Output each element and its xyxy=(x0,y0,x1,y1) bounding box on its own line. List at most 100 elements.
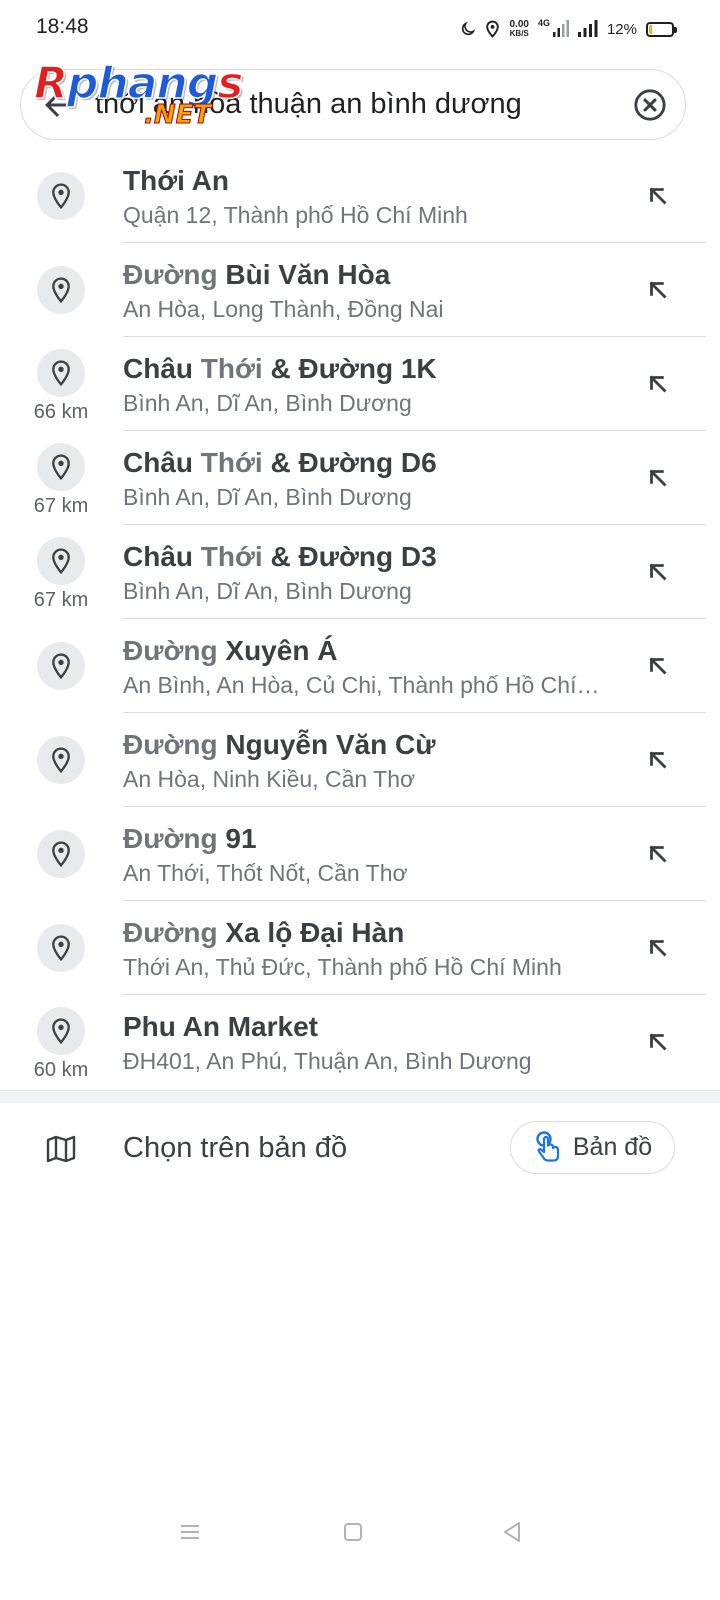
result-item[interactable]: Thới An Quận 12, Thành phố Hồ Chí Minh xyxy=(0,149,720,243)
battery-percent: 12% xyxy=(606,20,637,38)
result-distance: 60 km xyxy=(33,1059,89,1081)
place-pin-icon xyxy=(52,548,70,574)
result-title-main: Bùi Văn Hòa xyxy=(225,259,391,290)
result-title: Thới An xyxy=(123,163,623,199)
status-time: 18:48 xyxy=(36,15,89,38)
place-pin-icon xyxy=(52,454,70,480)
battery-fill xyxy=(649,24,652,34)
arrow-left-icon[interactable] xyxy=(39,87,75,123)
result-title-part: Châu xyxy=(123,541,201,572)
place-pin-icon xyxy=(52,183,70,209)
clear-circle-icon[interactable] xyxy=(633,88,667,122)
menu-icon[interactable] xyxy=(178,1520,202,1544)
back-triangle-icon[interactable] xyxy=(500,1520,524,1544)
result-title-part: & Đường D3 xyxy=(262,541,437,572)
result-subtitle: Bình An, Dĩ An, Bình Dương xyxy=(123,484,412,510)
result-item[interactable]: 67 km Châu Thới & Đường D3 Bình An, Dĩ An,… xyxy=(0,525,720,619)
fill-query-arrow-icon[interactable] xyxy=(645,935,671,961)
place-pin-badge xyxy=(37,349,85,397)
signal-icon xyxy=(552,20,569,37)
result-distance: 67 km xyxy=(33,495,89,517)
place-pin-badge xyxy=(37,172,85,220)
result-text: Thới An Quận 12, Thành phố Hồ Chí Minh xyxy=(123,163,623,231)
location-icon xyxy=(486,20,500,38)
fill-query-arrow-icon[interactable] xyxy=(645,653,671,679)
result-title-part: Châu xyxy=(123,353,201,384)
result-title: Đường Nguyễn Văn Cừ xyxy=(123,727,623,763)
result-item[interactable]: Đường Nguyễn Văn Cừ An Hòa, Ninh Kiều, Cầ… xyxy=(0,713,720,807)
network-type: 4G xyxy=(537,18,550,28)
result-subtitle: An Bình, An Hòa, Củ Chi, Thành phố Hồ Ch… xyxy=(123,672,600,698)
map-button[interactable]: Bản đồ xyxy=(510,1121,675,1174)
search-bar xyxy=(20,69,686,140)
section-divider xyxy=(0,1090,720,1103)
fill-query-arrow-icon[interactable] xyxy=(645,371,671,397)
place-pin-badge xyxy=(37,1007,85,1055)
result-title-part: Thới xyxy=(200,447,263,478)
touch-icon xyxy=(536,1130,559,1162)
status-bar: 18:48 0.00 KB/S 4G 12% xyxy=(0,0,720,56)
result-title-main: Thới An xyxy=(123,165,229,196)
place-pin-badge xyxy=(37,537,85,585)
place-pin-icon xyxy=(52,360,70,386)
place-pin-icon xyxy=(52,277,70,303)
result-subtitle: An Thới, Thốt Nốt, Cần Thơ xyxy=(123,860,408,886)
result-title: Đường Xa lộ Đại Hàn xyxy=(123,915,623,951)
result-title-part: Châu xyxy=(123,447,201,478)
battery-icon xyxy=(646,21,677,37)
result-subtitle: Bình An, Dĩ An, Bình Dương xyxy=(123,578,412,604)
place-pin-badge xyxy=(37,443,85,491)
result-item[interactable]: 60 km Phu An Market ĐH401, An Phú, Thuận A… xyxy=(0,995,720,1089)
result-text: Châu Thới & Đường 1K Bình An, Dĩ An, Bình… xyxy=(123,351,623,419)
net-speed: 0.00 KB/S xyxy=(509,19,529,39)
result-subtitle: Quận 12, Thành phố Hồ Chí Minh xyxy=(123,202,468,228)
moon-icon xyxy=(462,21,476,36)
result-title-prefix: Đường xyxy=(123,823,226,854)
result-text: Châu Thới & Đường D3 Bình An, Dĩ An, Bình… xyxy=(123,539,623,607)
result-text: Đường Xuyên Á An Bình, An Hòa, Củ Chi, Th… xyxy=(123,633,623,701)
fill-query-arrow-icon[interactable] xyxy=(645,465,671,491)
fill-query-arrow-icon[interactable] xyxy=(645,183,671,209)
result-title-part: & Đường D6 xyxy=(262,447,437,478)
place-pin-badge xyxy=(37,830,85,878)
fill-query-arrow-icon[interactable] xyxy=(645,747,671,773)
fill-query-arrow-icon[interactable] xyxy=(645,1029,671,1055)
result-title: Châu Thới & Đường 1K xyxy=(123,351,623,387)
search-input[interactable] xyxy=(95,82,615,126)
result-title-part: Thới xyxy=(200,353,263,384)
result-distance: 67 km xyxy=(33,589,89,611)
result-title: Châu Thới & Đường D3 xyxy=(123,539,623,575)
system-nav-bar xyxy=(0,1508,720,1560)
result-title: Châu Thới & Đường D6 xyxy=(123,445,623,481)
place-pin-badge xyxy=(37,736,85,784)
map-button-label: Bản đồ xyxy=(572,1133,653,1161)
choose-on-map-label: Chọn trên bản đồ xyxy=(123,1132,348,1164)
fill-query-arrow-icon[interactable] xyxy=(645,277,671,303)
result-distance: 66 km xyxy=(33,401,89,423)
result-subtitle: ĐH401, An Phú, Thuận An, Bình Dương xyxy=(123,1048,532,1074)
result-item[interactable]: Đường 91 An Thới, Thốt Nốt, Cần Thơ xyxy=(0,807,720,901)
result-item[interactable]: Đường Xa lộ Đại Hàn Thới An, Thủ Đức, Thà… xyxy=(0,901,720,995)
result-title-part: & Đường 1K xyxy=(262,353,437,384)
result-text: Đường Xa lộ Đại Hàn Thới An, Thủ Đức, Thà… xyxy=(123,915,623,983)
result-item[interactable]: Đường Bùi Văn Hòa An Hòa, Long Thành, Đồn… xyxy=(0,243,720,337)
place-pin-badge xyxy=(37,266,85,314)
result-item[interactable]: 67 km Châu Thới & Đường D6 Bình An, Dĩ An,… xyxy=(0,431,720,525)
home-icon[interactable] xyxy=(341,1520,365,1544)
fill-query-arrow-icon[interactable] xyxy=(645,841,671,867)
result-title-prefix: Đường xyxy=(123,729,226,760)
signal-icon xyxy=(577,20,598,37)
place-pin-badge xyxy=(37,642,85,690)
result-item[interactable]: Đường Xuyên Á An Bình, An Hòa, Củ Chi, Th… xyxy=(0,619,720,713)
choose-on-map-row[interactable]: Chọn trên bản đồ Bản đồ xyxy=(0,1104,720,1194)
result-item[interactable]: 66 km Châu Thới & Đường 1K Bình An, Dĩ An,… xyxy=(0,337,720,431)
result-title-main: Xa lộ Đại Hàn xyxy=(225,917,405,948)
result-title-prefix: Đường xyxy=(123,635,226,666)
result-text: Đường Nguyễn Văn Cừ An Hòa, Ninh Kiều, Cầ… xyxy=(123,727,623,795)
result-subtitle: An Hòa, Long Thành, Đồng Nai xyxy=(123,296,444,322)
result-title-main: Xuyên Á xyxy=(225,635,338,666)
fill-query-arrow-icon[interactable] xyxy=(645,559,671,585)
result-title: Đường Xuyên Á xyxy=(123,633,623,669)
place-pin-icon xyxy=(52,747,70,773)
place-pin-icon xyxy=(52,841,70,867)
